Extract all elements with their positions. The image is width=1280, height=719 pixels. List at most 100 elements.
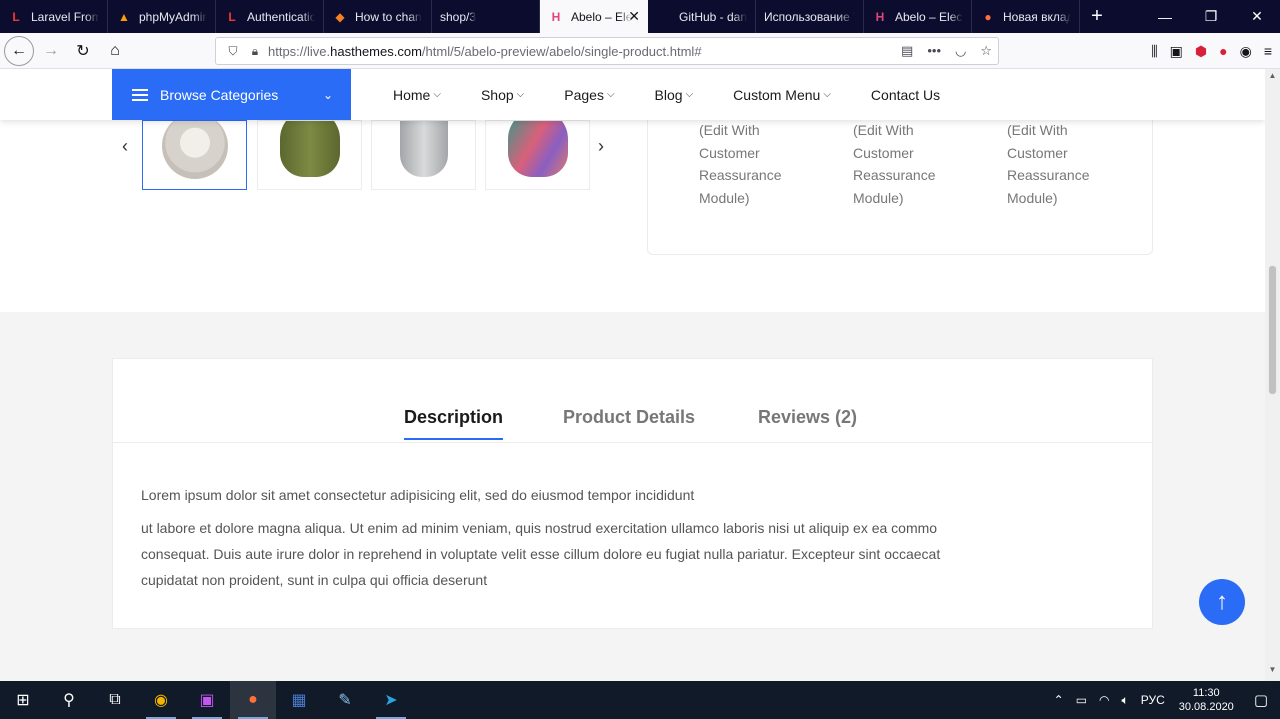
task-view-icon[interactable]: ⧉ xyxy=(92,681,138,719)
browser-tab[interactable]: ◆ How to chan xyxy=(324,0,432,33)
chevron-down-icon: ⌵ xyxy=(516,89,525,100)
reassurance-text: Reassurance xyxy=(1007,167,1090,183)
home-icon[interactable]: ⌂ xyxy=(100,36,130,66)
tab-title: Laravel From xyxy=(31,9,99,24)
tab-title: How to chan xyxy=(355,9,422,24)
windows-start-icon[interactable]: ⊞ xyxy=(0,681,46,719)
tab-title: phpMyAdmin xyxy=(139,9,207,24)
tab-title: Использование V xyxy=(764,9,855,24)
product-thumbnail[interactable] xyxy=(371,120,476,190)
tab-favicon-icon: ● xyxy=(660,9,668,24)
chevron-right-icon[interactable]: › xyxy=(598,136,604,157)
browser-tab[interactable]: shop/3 xyxy=(432,0,540,33)
more-actions-icon[interactable]: ••• xyxy=(927,43,941,59)
browser-tab[interactable]: Использование V xyxy=(756,0,864,33)
browser-tab[interactable]: L Authenticatio xyxy=(216,0,324,33)
menu-item-contact-us[interactable]: Contact Us xyxy=(871,87,940,103)
clock[interactable]: 11:30 30.08.2020 xyxy=(1179,686,1234,714)
windows-taskbar: ⊞ ⚲ ⧉ ◉ ▣ ● ▦ ✎ ➤ ⌃ ▭ ◠ 🔈︎ РУС 11:30 30.… xyxy=(0,681,1280,719)
shield-icon[interactable]: ⛉ xyxy=(224,44,242,59)
reassurance-text: Module) xyxy=(699,189,750,206)
reassurance-text: (Edit With xyxy=(853,122,914,138)
menu-item-custom-menu[interactable]: Custom Menu ⌵ xyxy=(733,87,831,103)
url-bar[interactable]: ⛉ 🔒︎ https://live. hasthemes.com/html/5/a… xyxy=(215,37,999,65)
description-text: Lorem ipsum dolor sit amet consectetur a… xyxy=(141,487,695,503)
menu-icon[interactable]: ≡ xyxy=(1264,43,1272,59)
forward-icon[interactable]: → xyxy=(36,36,66,66)
tab-title: Abelo – Elect xyxy=(895,9,963,24)
tab-title: shop/3 xyxy=(440,9,477,24)
browser-tab[interactable]: ● GitHub - dan xyxy=(648,0,756,33)
menu-item-blog[interactable]: Blog ⌵ xyxy=(655,87,694,103)
reassurance-text: Customer xyxy=(699,144,760,161)
scrollbar-thumb[interactable] xyxy=(1268,265,1277,395)
scroll-up-icon[interactable]: ▲ xyxy=(1265,71,1280,85)
browser-tab[interactable]: L Laravel From xyxy=(0,0,108,33)
chevron-up-icon[interactable]: ⌃ xyxy=(1054,693,1064,707)
search-icon[interactable]: ⚲ xyxy=(46,681,92,719)
tab-title: GitHub - dan xyxy=(679,9,747,24)
reload-icon[interactable]: ↻ xyxy=(68,36,98,66)
chevron-left-icon[interactable]: ‹ xyxy=(122,136,128,157)
product-thumbnail[interactable] xyxy=(142,120,247,190)
menu-item-label: Contact Us xyxy=(870,86,941,103)
ublock-icon[interactable]: ⬢ xyxy=(1195,43,1207,60)
menu-item-home[interactable]: Home ⌵ xyxy=(393,87,441,103)
phpstorm-icon[interactable]: ▣ xyxy=(184,681,230,719)
volume-icon[interactable]: 🔈︎ xyxy=(1122,693,1129,708)
product-thumbnail[interactable] xyxy=(257,120,362,190)
firefox-icon[interactable]: ● xyxy=(230,681,276,719)
minimize-icon[interactable]: — xyxy=(1142,0,1188,33)
browser-tab[interactable]: ● Новая вкладк xyxy=(972,0,1080,33)
green-speaker-image xyxy=(279,121,340,177)
tab-product-details[interactable]: Product Details xyxy=(563,407,695,428)
save-disk-icon[interactable]: ▦ xyxy=(276,681,322,719)
back-icon[interactable]: ← xyxy=(4,35,34,66)
chrome-icon[interactable]: ◉ xyxy=(138,681,184,719)
notifications-icon[interactable]: ▢ xyxy=(1254,691,1268,709)
reassurance-item: (Edit With Customer Reassurance Module) xyxy=(1007,119,1117,209)
lock-icon[interactable]: 🔒︎ xyxy=(246,44,264,59)
library-icon[interactable]: ⫼ xyxy=(1151,43,1157,60)
bookmark-star-icon[interactable]: ☆ xyxy=(980,43,992,59)
reader-view-icon[interactable]: ▤ xyxy=(901,43,913,59)
main-menu: Home ⌵ Shop ⌵ Pages ⌵ Blog ⌵ Custom Menu ⌵ Co… xyxy=(393,69,980,120)
opera-vpn-icon[interactable]: ● xyxy=(1219,43,1227,59)
close-tab-icon[interactable]: ✕ xyxy=(628,8,640,25)
page-scrollbar[interactable]: ▲ ▼ xyxy=(1265,69,1280,681)
scroll-to-top-button[interactable]: ↑ xyxy=(1199,579,1245,625)
scroll-down-icon[interactable]: ▼ xyxy=(1265,665,1280,679)
battery-icon[interactable]: ▭ xyxy=(1076,693,1087,707)
tab-description[interactable]: Description xyxy=(404,407,504,440)
menu-item-pages[interactable]: Pages ⌵ xyxy=(564,87,614,103)
tab-favicon-icon: ● xyxy=(984,9,992,24)
product-thumbnail[interactable] xyxy=(485,120,590,190)
sidebar-icon[interactable]: ▣ xyxy=(1170,43,1183,60)
reassurance-text: Reassurance xyxy=(699,167,782,183)
url-host: hasthemes.com xyxy=(330,43,422,59)
menu-item-label: Blog xyxy=(654,86,683,103)
tab-reviews[interactable]: Reviews (2) xyxy=(758,407,857,428)
account-icon[interactable]: ◉ xyxy=(1240,43,1252,60)
restore-icon[interactable]: ❐ xyxy=(1188,0,1234,33)
browser-tab[interactable]: H Abelo – Elect xyxy=(864,0,972,33)
wifi-icon[interactable]: ◠ xyxy=(1099,693,1109,707)
new-tab-icon[interactable]: + xyxy=(1080,0,1114,33)
pocket-icon[interactable]: ◡ xyxy=(955,43,966,59)
tab-favicon-icon: H xyxy=(875,9,885,24)
reassurance-text: Module) xyxy=(853,189,904,206)
chevron-down-icon: ⌵ xyxy=(685,89,694,100)
telegram-icon[interactable]: ➤ xyxy=(368,681,414,719)
site-header: Browse Categories ⌄ Home ⌵ Shop ⌵ Pages ⌵ B… xyxy=(0,69,1265,120)
menu-item-shop[interactable]: Shop ⌵ xyxy=(481,87,524,103)
browse-categories-button[interactable]: Browse Categories ⌄ xyxy=(112,69,351,120)
close-window-icon[interactable]: ✕ xyxy=(1234,0,1280,33)
tab-favicon-icon: L xyxy=(228,9,236,24)
clock-date: 30.08.2020 xyxy=(1178,701,1234,713)
paint-icon[interactable]: ✎ xyxy=(322,681,368,719)
input-language[interactable]: РУС xyxy=(1141,693,1165,707)
browser-tab-active[interactable]: H Abelo – Ele ✕ xyxy=(540,0,648,33)
browser-tab[interactable]: ▲ phpMyAdmin xyxy=(108,0,216,33)
menu-item-label: Shop xyxy=(480,86,514,103)
menu-item-label: Custom Menu xyxy=(733,86,821,103)
